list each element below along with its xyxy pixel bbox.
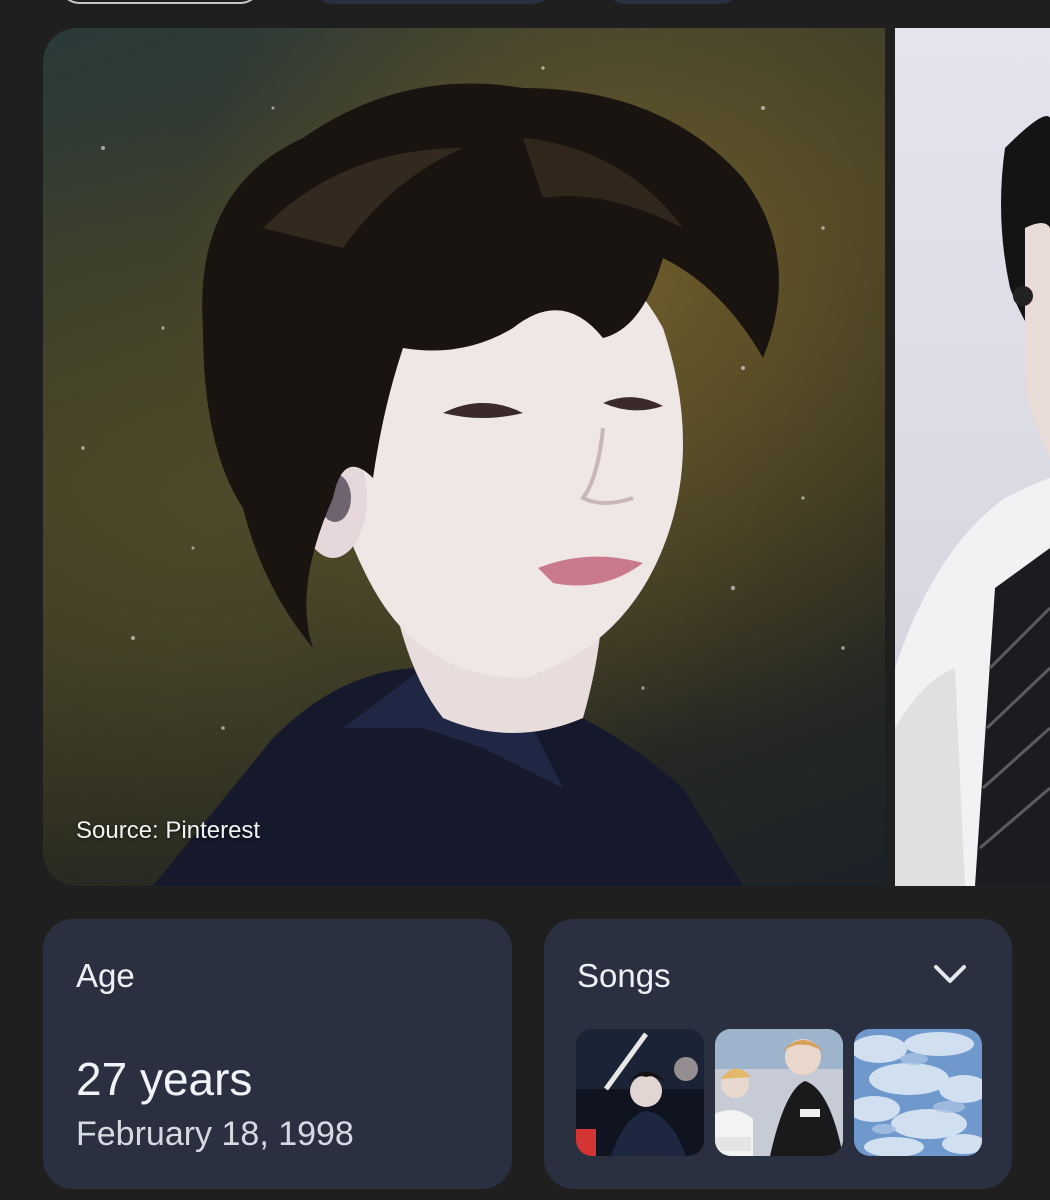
chevron-down-icon[interactable] — [932, 961, 968, 989]
filter-chip[interactable] — [604, 0, 742, 4]
age-card[interactable]: Age 27 years February 18, 1998 — [43, 919, 512, 1189]
filter-chip[interactable] — [312, 0, 554, 4]
song-thumbnail-image — [854, 1029, 982, 1156]
filter-chip-selected[interactable] — [58, 0, 262, 4]
next-photo[interactable] — [895, 28, 1050, 886]
image-carousel[interactable]: Source: Pinterest — [43, 28, 1050, 886]
portrait-photo-partial — [895, 116, 1050, 886]
song-thumbnail-image — [576, 1029, 704, 1156]
portrait-photo — [81, 66, 845, 886]
song-thumbnail[interactable] — [576, 1029, 704, 1156]
age-card-title: Age — [76, 957, 135, 994]
songs-card-title: Songs — [577, 957, 671, 994]
song-thumbnails — [576, 1029, 982, 1156]
age-value: 27 years — [76, 1053, 253, 1105]
main-photo[interactable]: Source: Pinterest — [43, 28, 885, 886]
song-thumbnail-image — [715, 1029, 843, 1156]
image-source-caption[interactable]: Source: Pinterest — [76, 817, 260, 845]
song-thumbnail[interactable] — [715, 1029, 843, 1156]
song-thumbnail[interactable] — [854, 1029, 982, 1156]
songs-card[interactable]: Songs — [544, 919, 1012, 1189]
birth-date: February 18, 1998 — [76, 1115, 354, 1153]
